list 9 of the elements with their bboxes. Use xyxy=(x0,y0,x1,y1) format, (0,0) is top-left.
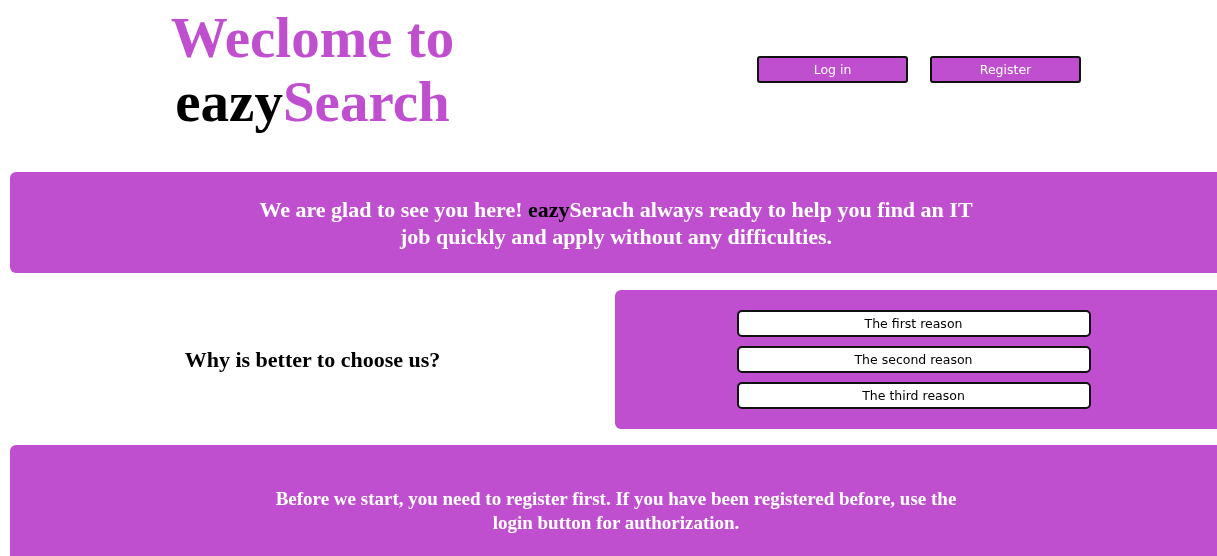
register-button[interactable]: Register xyxy=(930,56,1081,83)
site-title: Weclome to eazySearch xyxy=(170,6,455,135)
reason-button[interactable]: The second reason xyxy=(736,346,1091,373)
welcome-message: We are glad to see you here! eazySerach always ready to help you find an IT job quickly and apply without any difficulties. xyxy=(258,195,974,250)
notice-message: Before we start, you need to register first. If you have been registered before, use the login button for authorization. xyxy=(274,487,958,535)
login-button[interactable]: Log in xyxy=(757,56,908,83)
reason-button[interactable]: The third reason xyxy=(736,382,1091,409)
reason-button[interactable]: The first reason xyxy=(736,310,1091,337)
question-heading: Why is better to choose us? xyxy=(184,346,441,373)
